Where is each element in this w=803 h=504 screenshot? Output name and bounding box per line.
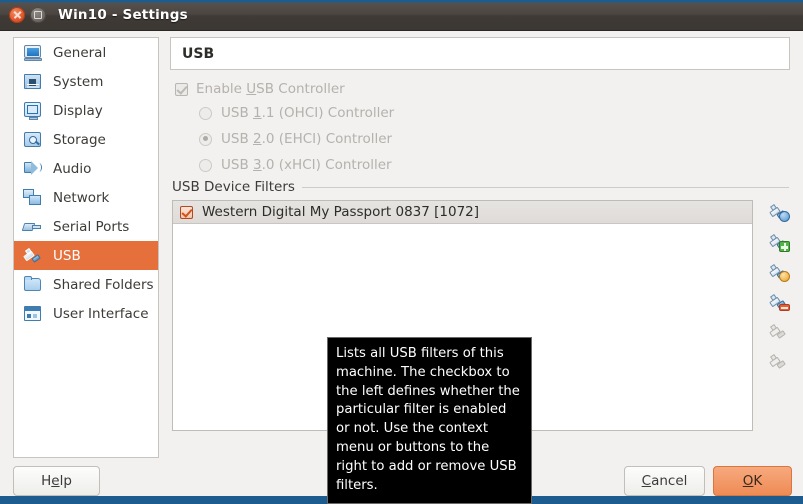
usb-2-0-ehci-row[interactable]: USB 2.0 (EHCI) Controller [199, 126, 790, 152]
usb-plug-icon [23, 246, 42, 265]
sidebar-item-storage[interactable]: Storage [14, 125, 158, 154]
add-empty-filter-icon[interactable] [768, 230, 790, 252]
usb-device-filters-label: USB Device Filters [172, 179, 295, 195]
window-controls [0, 7, 46, 23]
serial-port-icon [23, 217, 42, 236]
cancel-button[interactable]: Cancel [624, 466, 705, 496]
sidebar-item-audio[interactable]: Audio [14, 154, 158, 183]
group-header: USB Device Filters [172, 178, 790, 196]
add-filter-from-device-icon[interactable] [768, 200, 790, 222]
enable-usb-controller-row[interactable]: Enable USB Controller [175, 78, 790, 100]
edit-filter-icon[interactable] [768, 260, 790, 282]
sidebar-item-label: Network [53, 189, 110, 206]
usb-1-1-ohci-row[interactable]: USB 1.1 (OHCI) Controller [199, 100, 790, 126]
sidebar-item-label: User Interface [53, 305, 149, 322]
sidebar-item-label: USB [53, 247, 81, 264]
hard-disk-icon [23, 130, 42, 149]
usb-3-0-xhci-radio[interactable] [199, 158, 212, 172]
usb-2-0-ehci-label: USB 2.0 (EHCI) Controller [221, 131, 393, 147]
speaker-icon [23, 159, 42, 178]
sidebar-item-general[interactable]: General [14, 38, 158, 67]
pane-header: USB [170, 37, 790, 70]
group-divider [301, 186, 789, 188]
cancel-button-label: Cancel [641, 473, 688, 489]
usb-1-1-ohci-radio[interactable] [199, 106, 212, 120]
filter-enabled-checkbox[interactable] [180, 205, 193, 219]
sidebar-item-display[interactable]: Display [14, 96, 158, 125]
sidebar-item-label: Storage [53, 131, 106, 148]
monitor-icon [23, 43, 42, 62]
page-title: USB [182, 45, 215, 62]
sidebar-item-label: Audio [53, 160, 92, 177]
usb-3-0-xhci-label: USB 3.0 (xHCI) Controller [221, 157, 392, 173]
enable-usb-controller-checkbox[interactable] [175, 82, 188, 96]
table-row[interactable]: Western Digital My Passport 0837 [1072] [173, 201, 752, 224]
usb-3-0-xhci-row[interactable]: USB 3.0 (xHCI) Controller [199, 152, 790, 178]
sidebar-item-network[interactable]: Network [14, 183, 158, 212]
dialog-body: General System Display Storage Audio Net [0, 31, 803, 504]
ok-button-label: OK [742, 473, 763, 489]
move-filter-up-icon [768, 320, 790, 342]
remove-filter-icon[interactable] [768, 290, 790, 312]
settings-sidebar: General System Display Storage Audio Net [13, 37, 159, 458]
settings-dialog: Win10 - Settings General System Display … [0, 0, 803, 504]
network-icon [23, 188, 42, 207]
usb-device-filters-group: USB Device Filters [172, 178, 790, 196]
sidebar-item-serial-ports[interactable]: Serial Ports [14, 212, 158, 241]
chip-icon [23, 72, 42, 91]
display-icon [23, 101, 42, 120]
usb-2-0-ehci-radio[interactable] [199, 132, 212, 146]
window-icon [23, 304, 42, 323]
window-titlebar: Win10 - Settings [0, 0, 803, 31]
folder-icon [23, 275, 42, 294]
sidebar-item-usb[interactable]: USB [14, 241, 158, 270]
usb-filter-toolbar [767, 200, 790, 372]
sidebar-item-label: Display [53, 102, 103, 119]
ok-button[interactable]: OK [713, 466, 792, 496]
help-button-label: Help [41, 473, 72, 489]
close-icon[interactable] [9, 7, 25, 23]
move-filter-down-icon [768, 350, 790, 372]
sidebar-item-shared-folders[interactable]: Shared Folders [14, 270, 158, 299]
help-button[interactable]: Help [13, 466, 100, 496]
sidebar-item-label: General [53, 44, 107, 61]
filter-name: Western Digital My Passport 0837 [1072] [202, 204, 480, 220]
maximize-icon[interactable] [30, 7, 46, 23]
sidebar-item-user-interface[interactable]: User Interface [14, 299, 158, 328]
sidebar-item-label: Shared Folders [53, 276, 154, 293]
tooltip: Lists all USB filters of this machine. T… [327, 337, 532, 504]
sidebar-item-label: System [53, 73, 104, 90]
sidebar-item-label: Serial Ports [53, 218, 130, 235]
sidebar-item-system[interactable]: System [14, 67, 158, 96]
usb-1-1-ohci-label: USB 1.1 (OHCI) Controller [221, 105, 395, 121]
window-title: Win10 - Settings [58, 7, 188, 23]
enable-usb-controller-label: Enable USB Controller [196, 81, 345, 97]
